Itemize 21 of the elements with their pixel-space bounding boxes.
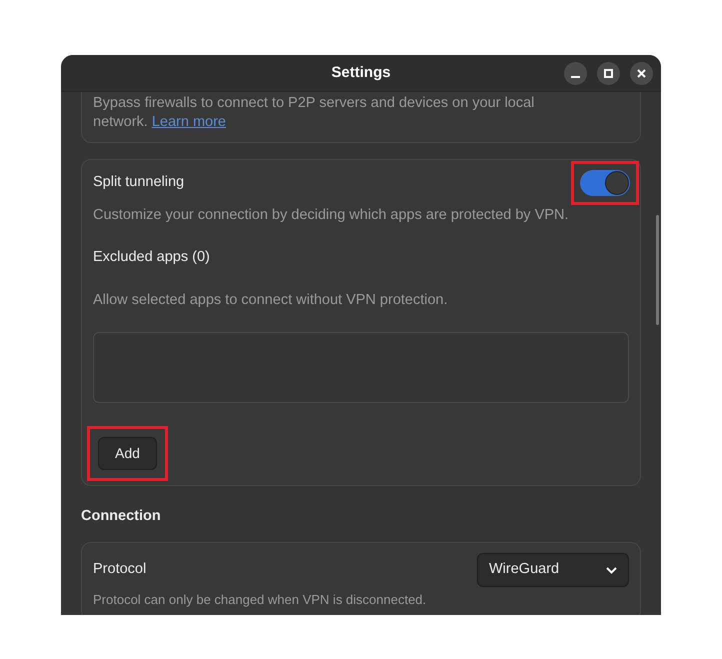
- description-text: Customize your connection by deciding which apps are protected by VPN.: [93, 206, 570, 225]
- description-text: Allow selected apps to connect without VPN protection.: [93, 290, 449, 310]
- section-title: Excluded apps (0): [93, 248, 211, 267]
- maximize-button[interactable]: [597, 62, 620, 85]
- description-text: Protocol can only be changed when VPN is disconnected.: [93, 591, 428, 609]
- close-icon: [637, 69, 646, 78]
- minimize-button[interactable]: [564, 62, 587, 85]
- setting-label: Protocol: [93, 560, 146, 580]
- maximize-icon: [604, 69, 613, 78]
- protocol-dropdown[interactable]: WireGuard: [477, 553, 629, 587]
- section-heading: Connection: [81, 507, 162, 526]
- close-button[interactable]: [630, 62, 653, 85]
- window-title: Settings: [331, 62, 391, 83]
- description-text: Bypass firewalls to connect to P2P servers and devices on your local network. Learn more: [93, 94, 536, 132]
- toggle-switch[interactable]: [580, 170, 630, 196]
- add-button[interactable]: Add: [98, 437, 157, 470]
- minimize-icon: [571, 76, 580, 78]
- toggle-knob: [605, 171, 629, 195]
- chevron-down-icon: [606, 566, 617, 574]
- setting-label: Split tunneling: [93, 173, 184, 192]
- scrollbar-thumb[interactable]: [656, 215, 659, 325]
